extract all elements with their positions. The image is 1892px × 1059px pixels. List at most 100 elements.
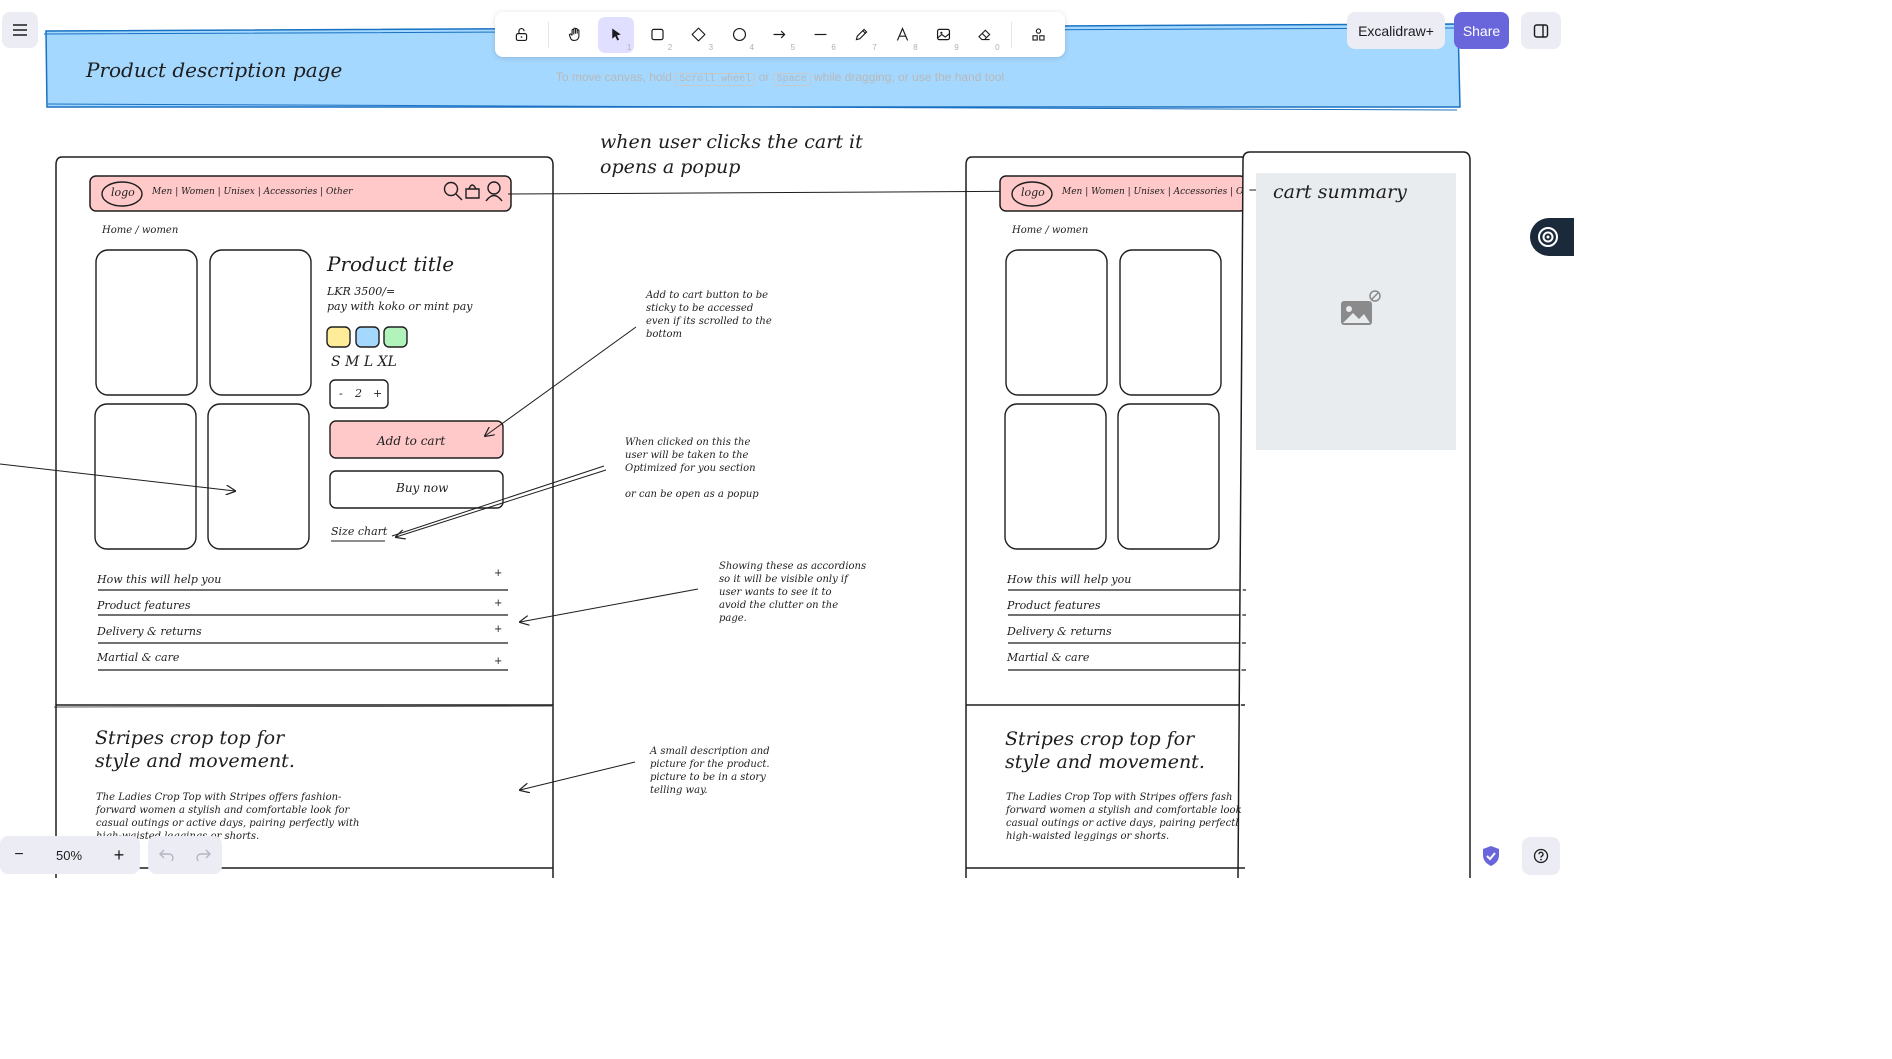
left-nav-text: Men | Women | Unisex | Accessories | Oth… bbox=[152, 187, 353, 197]
diamond-tool[interactable]: 3 bbox=[680, 17, 716, 53]
accordion-plus-1: + bbox=[494, 568, 503, 579]
arrow-icon bbox=[774, 30, 786, 39]
right-accordion-1: How this will help you bbox=[1007, 573, 1132, 586]
hint-suffix: while dragging, or use the hand tool bbox=[814, 70, 1005, 84]
right-breadcrumb: Home / women bbox=[1012, 225, 1089, 236]
lock-tool[interactable] bbox=[504, 17, 540, 53]
target-icon bbox=[1538, 227, 1558, 247]
swatch-green bbox=[383, 326, 408, 348]
tool-shortcut: 4 bbox=[749, 42, 755, 52]
help-icon bbox=[1533, 848, 1549, 864]
right-mockup-clip: logo Men | Women | Unisex | Accessories … bbox=[966, 150, 1242, 878]
qty-value: 2 bbox=[355, 387, 362, 400]
zoom-out-button[interactable]: − bbox=[0, 836, 38, 874]
sidebar-icon bbox=[1533, 23, 1549, 38]
canvas-hint: To move canvas, hold Scroll wheel or Spa… bbox=[480, 70, 1080, 86]
right-accordion-4: Martial & care bbox=[1007, 651, 1090, 664]
tool-shortcut: 1 bbox=[626, 42, 632, 52]
right-story-line-1: The Ladies Crop Top with Stripes offers … bbox=[1006, 792, 1233, 803]
tool-shortcut: 8 bbox=[913, 42, 918, 52]
left-story-title-2: style and movement. bbox=[95, 750, 295, 772]
cart-note-line1: when user clicks the cart it bbox=[600, 131, 863, 153]
draw-tool[interactable]: 7 bbox=[844, 17, 880, 53]
tool-shortcut: 6 bbox=[831, 42, 836, 52]
circle-icon bbox=[732, 27, 746, 42]
image-tool[interactable]: 9 bbox=[926, 17, 962, 53]
extra-tools-button[interactable] bbox=[1021, 17, 1057, 53]
note-size-chart: When clicked on this the user will be tak… bbox=[625, 437, 759, 500]
line-tool[interactable]: 6 bbox=[803, 17, 839, 53]
help-button[interactable] bbox=[1522, 837, 1560, 875]
eraser-icon bbox=[978, 29, 991, 41]
left-logo-text: logo bbox=[111, 186, 135, 199]
accordion-plus-4: + bbox=[494, 656, 503, 667]
undo-redo-controls bbox=[148, 836, 222, 874]
tool-shortcut: 7 bbox=[872, 42, 877, 52]
note-sticky: Add to cart button to be sticky to be acc… bbox=[646, 290, 772, 340]
library-sidebar-button[interactable] bbox=[1521, 12, 1561, 49]
zoom-in-button[interactable]: + bbox=[100, 836, 138, 874]
note-story: A small description and picture for the p… bbox=[650, 746, 770, 796]
left-accordion-4: Martial & care bbox=[97, 651, 180, 664]
toolbar-divider bbox=[547, 21, 549, 48]
hand-tool[interactable] bbox=[557, 17, 593, 53]
add-to-cart-label: Add to cart bbox=[377, 434, 446, 448]
left-image-1 bbox=[95, 249, 198, 396]
undo-icon[interactable] bbox=[159, 849, 174, 861]
main-menu-button[interactable] bbox=[2, 12, 38, 48]
redo-icon[interactable] bbox=[196, 849, 211, 861]
left-image-4 bbox=[207, 403, 310, 550]
toolbar-divider bbox=[1011, 21, 1013, 48]
selection-tool[interactable]: 1 bbox=[598, 16, 635, 53]
left-breadcrumb: Home / women bbox=[102, 225, 179, 236]
excalidraw-plus-button[interactable]: Excalidraw+ bbox=[1347, 12, 1445, 49]
left-price: LKR 3500/= bbox=[327, 285, 396, 298]
zoom-controls: − 50% + bbox=[0, 836, 140, 874]
left-image-2 bbox=[209, 249, 312, 396]
left-story-line-2: forward women a stylish and comfortable … bbox=[96, 805, 350, 816]
line-icon bbox=[814, 33, 827, 36]
shapes-icon bbox=[1032, 28, 1045, 41]
diamond-icon bbox=[691, 27, 706, 42]
qty-minus: - bbox=[339, 387, 343, 400]
pointer-icon bbox=[612, 28, 621, 41]
cart-note-line2: opens a popup bbox=[600, 156, 741, 178]
right-story-title-2: style and movement. bbox=[1005, 751, 1205, 773]
rectangle-tool[interactable]: 2 bbox=[639, 17, 675, 53]
hamburger-icon bbox=[13, 24, 27, 36]
encryption-shield-icon[interactable] bbox=[1480, 844, 1502, 873]
banner-title: Product description page bbox=[86, 58, 343, 82]
right-story-title-1: Stripes crop top for bbox=[1005, 728, 1195, 750]
text-tool[interactable]: 8 bbox=[885, 17, 921, 53]
left-accordion-2: Product features bbox=[97, 599, 191, 612]
right-nav-text: Men | Women | Unisex | Accessories | Oth… bbox=[1062, 187, 1242, 197]
cart-summary-title: cart summary bbox=[1273, 181, 1407, 203]
share-button[interactable]: Share bbox=[1454, 12, 1509, 49]
hint-key-space: Space bbox=[772, 73, 811, 86]
accordion-plus-3: + bbox=[494, 624, 503, 635]
hint-key-scroll: Scroll wheel bbox=[675, 73, 756, 86]
side-panel-toggle[interactable] bbox=[1530, 218, 1574, 256]
text-icon bbox=[897, 27, 909, 41]
arrow-tool[interactable]: 5 bbox=[762, 17, 798, 53]
right-story-line-3: casual outings or active days, pairing p… bbox=[1006, 818, 1239, 829]
hand-icon bbox=[568, 27, 580, 42]
left-story-title-1: Stripes crop top for bbox=[95, 727, 285, 749]
accordion-plus-2: + bbox=[494, 598, 503, 609]
image-icon bbox=[937, 28, 951, 41]
note-accordion: Showing these as accordions so it will be… bbox=[719, 561, 867, 624]
left-pay: pay with koko or mint pay bbox=[327, 300, 473, 313]
qty-plus: + bbox=[373, 387, 383, 400]
drawing-canvas[interactable]: Product description page when user click… bbox=[0, 0, 1568, 878]
hint-or: or bbox=[758, 70, 770, 84]
swatch-yellow bbox=[326, 326, 351, 348]
tool-shortcut: 3 bbox=[708, 42, 714, 52]
tool-shortcut: 9 bbox=[954, 42, 959, 52]
eraser-tool[interactable]: 0 bbox=[967, 17, 1003, 53]
ellipse-tool[interactable]: 4 bbox=[721, 17, 757, 53]
shapes-toolbar: 1 2 3 4 5 6 7 8 9 0 bbox=[495, 12, 1065, 57]
left-accordion-1: How this will help you bbox=[97, 573, 222, 586]
tool-shortcut: 0 bbox=[995, 42, 1000, 52]
zoom-level[interactable]: 50% bbox=[38, 836, 100, 874]
hint-text: To move canvas, hold bbox=[555, 70, 672, 84]
